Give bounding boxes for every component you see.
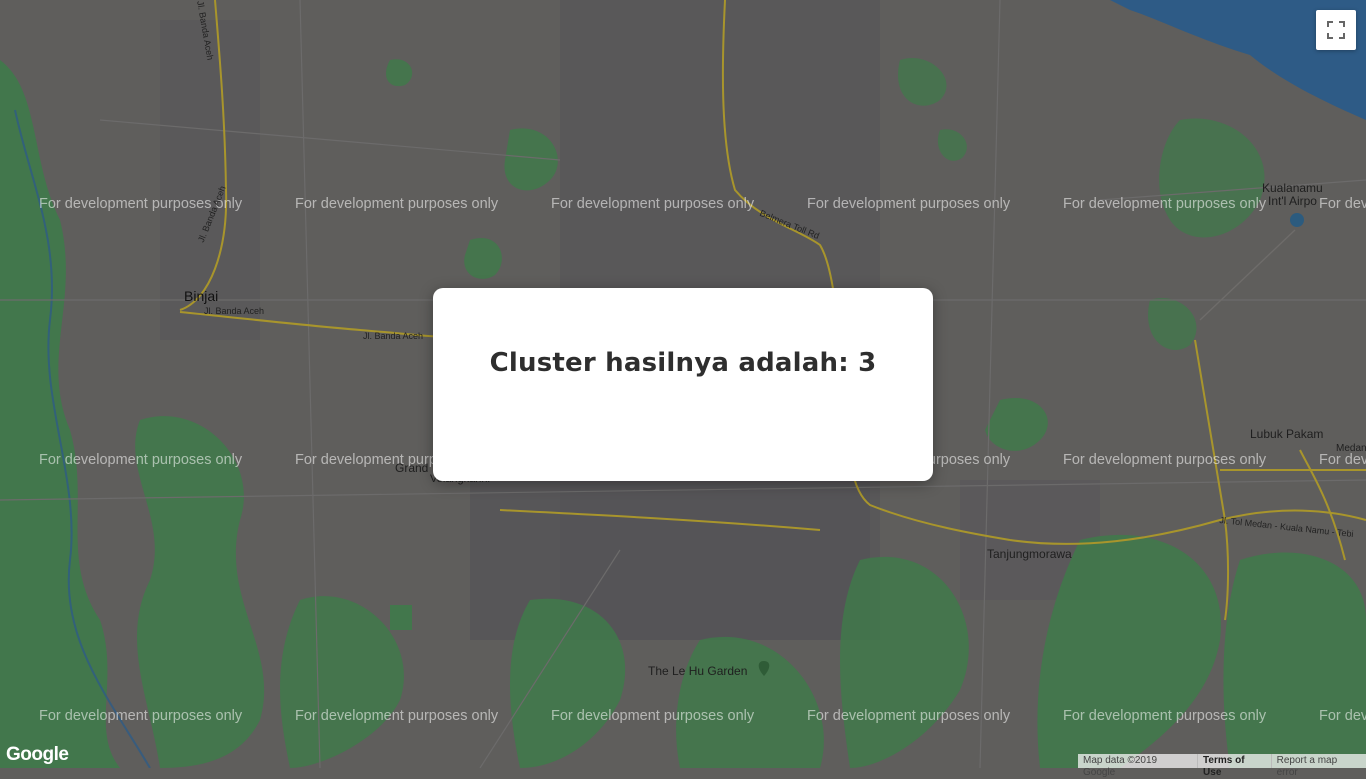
result-dialog: Cluster hasilnya adalah: 3 <box>433 288 933 481</box>
fullscreen-button[interactable] <box>1316 10 1356 50</box>
terms-of-use-link[interactable]: Terms of Use <box>1197 754 1271 778</box>
map-data-text: Map data ©2019 Google <box>1078 754 1198 778</box>
map-attribution: Map data ©2019 Google Terms of Use Repor… <box>1078 754 1366 778</box>
report-map-error-link[interactable]: Report a map error <box>1270 754 1366 778</box>
dialog-title: Cluster hasilnya adalah: 3 <box>489 348 877 378</box>
google-logo[interactable]: Google <box>6 744 69 766</box>
fullscreen-icon <box>1327 21 1345 39</box>
